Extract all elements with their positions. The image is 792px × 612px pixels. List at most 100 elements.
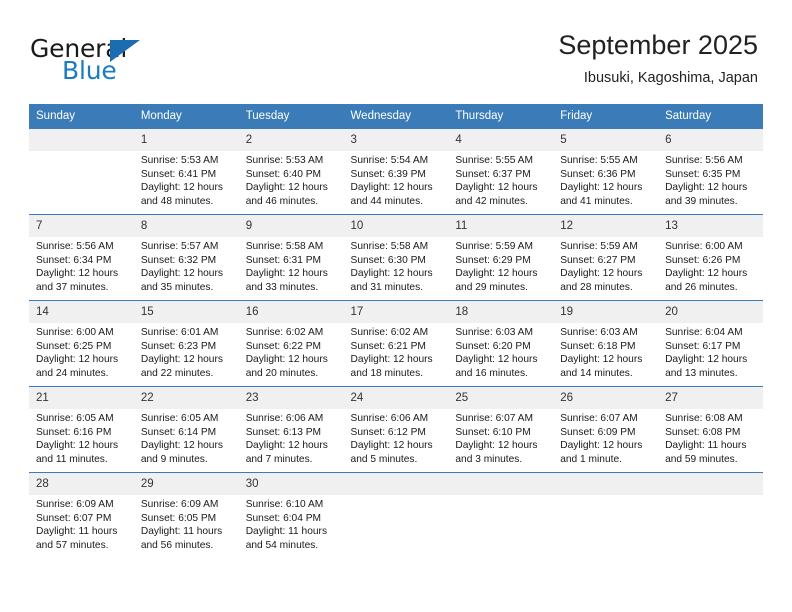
daylight-text: and 42 minutes.: [455, 195, 528, 207]
calendar-day-cell[interactable]: 6 Sunrise: 5:56 AM Sunset: 6:35 PM Daylight…: [658, 128, 763, 215]
sunset-text: Sunset: 6:16 PM: [36, 426, 112, 438]
day-details: Sunrise: 5:56 AM Sunset: 6:34 PM Daylight:…: [29, 237, 134, 294]
calendar-day-cell[interactable]: 2 Sunrise: 5:53 AM Sunset: 6:40 PM Daylight…: [238, 128, 344, 215]
daylight-text: Daylight: 12 hours: [245, 268, 328, 280]
sunrise-text: Sunrise: 6:01 AM: [140, 327, 219, 338]
calendar-day-cell[interactable]: 11 Sunrise: 5:59 AM Sunset: 6:29 PM Dayligh…: [448, 214, 554, 301]
calendar-day-cell[interactable]: 21 Sunrise: 6:05 AM Sunset: 6:16 PM Dayligh…: [29, 386, 134, 473]
calendar-day-cell[interactable]: 9 Sunrise: 5:58 AM Sunset: 6:31 PM Daylight…: [238, 214, 344, 301]
calendar-day-cell[interactable]: 27 Sunrise: 6:08 AM Sunset: 6:08 PM Dayligh…: [658, 386, 763, 473]
calendar-day-cell[interactable]: 15 Sunrise: 6:01 AM Sunset: 6:23 PM Dayligh…: [133, 300, 239, 387]
sunrise-text: Sunrise: 6:06 AM: [350, 413, 429, 424]
day-number: [448, 473, 554, 495]
daylight-text: and 41 minutes.: [560, 195, 633, 207]
weekday-header-wednesday: Wednesday: [343, 104, 449, 129]
sunrise-text: Sunrise: 6:02 AM: [245, 327, 324, 338]
calendar-day-cell[interactable]: 3 Sunrise: 5:54 AM Sunset: 6:39 PM Daylight…: [343, 128, 449, 215]
day-number: 8: [133, 215, 239, 237]
daylight-text: Daylight: 12 hours: [140, 182, 223, 194]
daylight-text: and 57 minutes.: [36, 539, 109, 551]
calendar-day-cell[interactable]: 16 Sunrise: 6:02 AM Sunset: 6:22 PM Dayligh…: [238, 300, 344, 387]
calendar-day-cell[interactable]: 20 Sunrise: 6:04 AM Sunset: 6:17 PM Dayligh…: [658, 300, 763, 387]
sunrise-text: Sunrise: 6:07 AM: [560, 413, 638, 424]
daylight-text: Daylight: 12 hours: [140, 440, 223, 452]
day-number: 24: [343, 387, 449, 409]
daylight-text: and 14 minutes.: [560, 367, 633, 379]
daylight-text: Daylight: 12 hours: [665, 182, 748, 194]
calendar-day-cell[interactable]: 1 Sunrise: 5:53 AM Sunset: 6:41 PM Daylight…: [133, 128, 239, 215]
sunrise-text: Sunrise: 5:59 AM: [560, 241, 638, 252]
calendar-day-cell[interactable]: 8 Sunrise: 5:57 AM Sunset: 6:32 PM Daylight…: [133, 214, 239, 301]
day-number: [658, 473, 763, 495]
sunrise-text: Sunrise: 6:03 AM: [455, 327, 533, 338]
daylight-text: Daylight: 11 hours: [140, 526, 223, 538]
calendar-day-cell[interactable]: 28 Sunrise: 6:09 AM Sunset: 6:07 PM Dayligh…: [29, 472, 134, 558]
daylight-text: Daylight: 12 hours: [455, 182, 538, 194]
sunrise-text: Sunrise: 6:09 AM: [140, 499, 219, 510]
day-number: 12: [553, 215, 659, 237]
calendar-day-cell[interactable]: 24 Sunrise: 6:06 AM Sunset: 6:12 PM Dayligh…: [343, 386, 449, 473]
day-details: Sunrise: 5:55 AM Sunset: 6:36 PM Daylight:…: [553, 151, 658, 208]
calendar-day-cell[interactable]: 12 Sunrise: 5:59 AM Sunset: 6:27 PM Dayligh…: [553, 214, 659, 301]
day-number: 16: [238, 301, 344, 323]
day-details: Sunrise: 6:03 AM Sunset: 6:20 PM Daylight:…: [448, 323, 553, 380]
day-number: 25: [448, 387, 554, 409]
sunset-text: Sunset: 6:30 PM: [350, 254, 426, 266]
day-number: 20: [658, 301, 763, 323]
daylight-text: and 37 minutes.: [36, 281, 109, 293]
calendar-day-cell[interactable]: 14 Sunrise: 6:00 AM Sunset: 6:25 PM Dayligh…: [29, 300, 134, 387]
calendar-day-cell[interactable]: 17 Sunrise: 6:02 AM Sunset: 6:21 PM Dayligh…: [343, 300, 449, 387]
calendar-day-cell[interactable]: 5 Sunrise: 5:55 AM Sunset: 6:36 PM Daylight…: [553, 128, 659, 215]
calendar-week-row: 1 Sunrise: 5:53 AM Sunset: 6:41 PM Daylight…: [29, 128, 763, 215]
day-number: 1: [133, 129, 239, 151]
day-details: Sunrise: 6:01 AM Sunset: 6:23 PM Daylight:…: [134, 323, 239, 380]
calendar-day-cell[interactable]: 13 Sunrise: 6:00 AM Sunset: 6:26 PM Dayligh…: [658, 214, 763, 301]
daylight-text: and 22 minutes.: [140, 367, 214, 379]
calendar-day-cell[interactable]: 7 Sunrise: 5:56 AM Sunset: 6:34 PM Daylight…: [29, 214, 134, 301]
sunrise-text: Sunrise: 5:58 AM: [245, 241, 324, 252]
weekday-header-tuesday: Tuesday: [238, 104, 344, 129]
calendar-week-row: 7 Sunrise: 5:56 AM Sunset: 6:34 PM Daylight…: [29, 214, 763, 301]
general-blue-logo[interactable]: General Blue: [30, 34, 210, 90]
sunset-text: Sunset: 6:05 PM: [140, 512, 217, 524]
sunrise-text: Sunrise: 5:53 AM: [140, 155, 219, 166]
day-details: Sunrise: 6:00 AM Sunset: 6:25 PM Daylight:…: [29, 323, 134, 380]
sunrise-text: Sunrise: 5:55 AM: [455, 155, 533, 166]
calendar-day-cell[interactable]: 4 Sunrise: 5:55 AM Sunset: 6:37 PM Daylight…: [448, 128, 554, 215]
daylight-text: Daylight: 12 hours: [36, 268, 119, 280]
sunrise-text: Sunrise: 6:04 AM: [665, 327, 743, 338]
calendar-day-cell[interactable]: 18 Sunrise: 6:03 AM Sunset: 6:20 PM Dayligh…: [448, 300, 554, 387]
day-details: Sunrise: 6:06 AM Sunset: 6:12 PM Daylight:…: [344, 409, 449, 466]
day-details: Sunrise: 6:05 AM Sunset: 6:14 PM Daylight:…: [134, 409, 239, 466]
calendar-day-cell[interactable]: 19 Sunrise: 6:03 AM Sunset: 6:18 PM Dayligh…: [553, 300, 659, 387]
sunset-text: Sunset: 6:14 PM: [140, 426, 217, 438]
day-details: Sunrise: 5:54 AM Sunset: 6:39 PM Daylight:…: [344, 151, 449, 208]
calendar-day-cell[interactable]: 25 Sunrise: 6:07 AM Sunset: 6:10 PM Dayligh…: [448, 386, 554, 473]
sunrise-text: Sunrise: 5:57 AM: [140, 241, 219, 252]
calendar-day-cell[interactable]: 26 Sunrise: 6:07 AM Sunset: 6:09 PM Dayligh…: [553, 386, 659, 473]
calendar-day-cell[interactable]: 10 Sunrise: 5:58 AM Sunset: 6:30 PM Dayligh…: [343, 214, 449, 301]
day-details: Sunrise: 5:59 AM Sunset: 6:29 PM Daylight:…: [448, 237, 553, 294]
calendar-day-cell[interactable]: 22 Sunrise: 6:05 AM Sunset: 6:14 PM Dayligh…: [133, 386, 239, 473]
daylight-text: Daylight: 12 hours: [350, 268, 433, 280]
calendar-day-cell[interactable]: 30 Sunrise: 6:10 AM Sunset: 6:04 PM Dayligh…: [238, 472, 344, 558]
day-details: Sunrise: 6:03 AM Sunset: 6:18 PM Daylight:…: [553, 323, 658, 380]
calendar-day-cell[interactable]: 23 Sunrise: 6:06 AM Sunset: 6:13 PM Dayligh…: [238, 386, 344, 473]
day-number: [343, 473, 449, 495]
sunrise-text: Sunrise: 6:00 AM: [665, 241, 743, 252]
sunset-text: Sunset: 6:12 PM: [350, 426, 426, 438]
daylight-text: Daylight: 12 hours: [245, 354, 328, 366]
calendar-day-cell[interactable]: 29 Sunrise: 6:09 AM Sunset: 6:05 PM Dayligh…: [133, 472, 239, 558]
day-number: 11: [448, 215, 554, 237]
calendar-body: 1 Sunrise: 5:53 AM Sunset: 6:41 PM Daylight…: [29, 128, 763, 558]
day-number: 9: [238, 215, 344, 237]
sunset-text: Sunset: 6:18 PM: [560, 340, 636, 352]
calendar-empty-cell: [448, 472, 554, 558]
sunrise-text: Sunrise: 5:59 AM: [455, 241, 533, 252]
sunset-text: Sunset: 6:23 PM: [140, 340, 217, 352]
daylight-text: and 48 minutes.: [140, 195, 214, 207]
calendar-week-row: 21 Sunrise: 6:05 AM Sunset: 6:16 PM Dayligh…: [29, 386, 763, 473]
daylight-text: Daylight: 12 hours: [350, 182, 433, 194]
sunrise-text: Sunrise: 6:06 AM: [245, 413, 324, 424]
daylight-text: Daylight: 12 hours: [36, 354, 119, 366]
